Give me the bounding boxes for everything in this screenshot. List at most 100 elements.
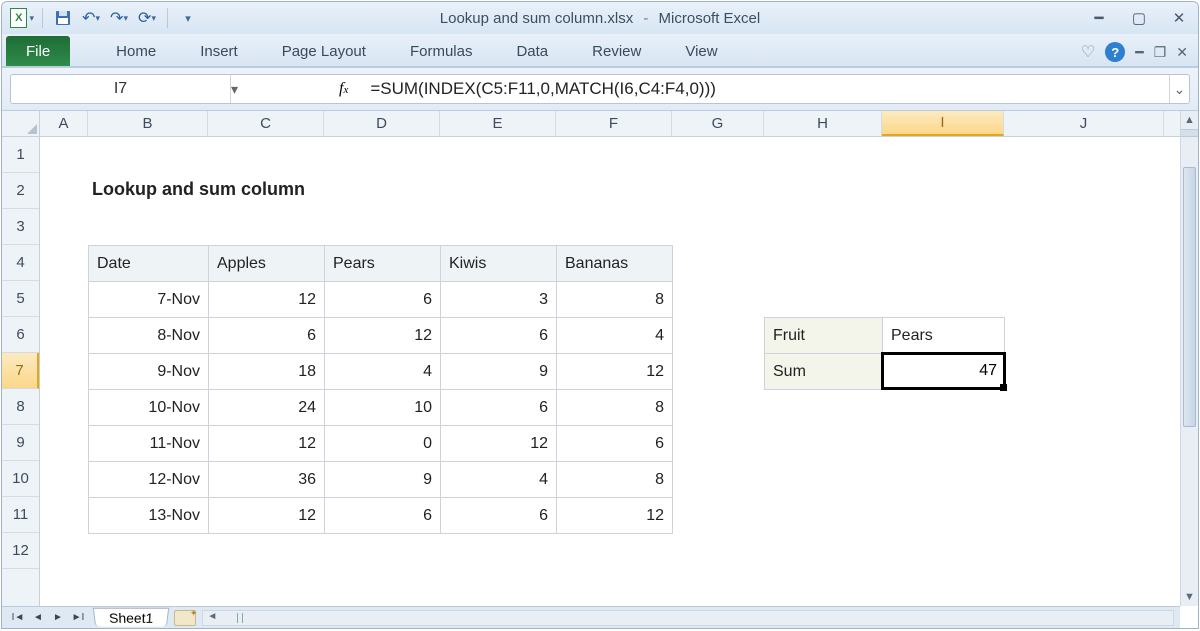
table-row[interactable]: 9-Nov bbox=[89, 354, 209, 390]
scroll-down-button[interactable]: ▼ bbox=[1181, 588, 1198, 606]
scroll-up-button[interactable]: ▲ bbox=[1181, 111, 1198, 129]
sheet-next-button[interactable]: ► bbox=[48, 609, 68, 627]
table-row[interactable]: 4 bbox=[441, 462, 557, 498]
table-row[interactable]: 9 bbox=[441, 354, 557, 390]
tab-home[interactable]: Home bbox=[94, 36, 178, 66]
row-header-3[interactable]: 3 bbox=[2, 209, 39, 245]
cells-grid[interactable]: Lookup and sum column Date Apples Pears … bbox=[40, 137, 1180, 606]
table-row[interactable]: 0 bbox=[325, 426, 441, 462]
select-all-corner[interactable] bbox=[2, 111, 40, 137]
fruit-value[interactable]: Pears bbox=[883, 318, 1005, 354]
col-header-D[interactable]: D bbox=[324, 111, 440, 136]
row-header-7[interactable]: 7 bbox=[2, 353, 39, 389]
table-row[interactable]: 4 bbox=[325, 354, 441, 390]
vertical-scrollbar[interactable]: ▲ ▼ bbox=[1180, 111, 1198, 606]
heart-icon[interactable]: ♡ bbox=[1081, 42, 1095, 62]
col-header-I[interactable]: I bbox=[882, 111, 1004, 136]
new-sheet-button[interactable] bbox=[174, 610, 196, 626]
tab-formulas[interactable]: Formulas bbox=[388, 36, 495, 66]
col-header-E[interactable]: E bbox=[440, 111, 556, 136]
data-table[interactable]: Date Apples Pears Kiwis Bananas 7-Nov126… bbox=[88, 245, 673, 534]
sheet-tab[interactable]: Sheet1 bbox=[93, 608, 170, 627]
table-row[interactable]: 13-Nov bbox=[89, 498, 209, 534]
col-header-J[interactable]: J bbox=[1004, 111, 1164, 136]
workbook-restore-button[interactable]: ❐ bbox=[1154, 44, 1167, 61]
scroll-thumb[interactable] bbox=[1183, 167, 1196, 427]
tab-view[interactable]: View bbox=[663, 36, 739, 66]
table-row[interactable]: 12 bbox=[325, 318, 441, 354]
workbook-minimize-button[interactable]: ━ bbox=[1135, 44, 1143, 61]
table-row[interactable]: 8-Nov bbox=[89, 318, 209, 354]
row-header-8[interactable]: 8 bbox=[2, 389, 39, 425]
row-header-2[interactable]: 2 bbox=[2, 173, 39, 209]
horizontal-scrollbar[interactable]: ◄ bbox=[202, 610, 1174, 626]
tab-insert[interactable]: Insert bbox=[178, 36, 260, 66]
row-header-1[interactable]: 1 bbox=[2, 137, 39, 173]
maximize-button[interactable]: ▢ bbox=[1128, 10, 1150, 26]
table-row[interactable]: 10 bbox=[325, 390, 441, 426]
tab-data[interactable]: Data bbox=[494, 36, 570, 66]
col-header-C[interactable]: C bbox=[208, 111, 324, 136]
sheet-prev-button[interactable]: ◄ bbox=[28, 609, 48, 627]
table-row[interactable]: 12 bbox=[441, 426, 557, 462]
table-row[interactable]: 6 bbox=[325, 282, 441, 318]
table-row[interactable]: 4 bbox=[557, 318, 673, 354]
table-row[interactable]: 36 bbox=[209, 462, 325, 498]
table-row[interactable]: 3 bbox=[441, 282, 557, 318]
table-row[interactable]: 10-Nov bbox=[89, 390, 209, 426]
table-row[interactable]: 9 bbox=[325, 462, 441, 498]
help-button[interactable]: ? bbox=[1105, 42, 1125, 62]
tab-review[interactable]: Review bbox=[570, 36, 663, 66]
table-row[interactable]: 18 bbox=[209, 354, 325, 390]
row-header-9[interactable]: 9 bbox=[2, 425, 39, 461]
table-row[interactable]: 12 bbox=[209, 498, 325, 534]
table-row[interactable]: 12 bbox=[209, 426, 325, 462]
qat-menu-button[interactable]: ⟳▾ bbox=[135, 6, 159, 30]
table-row[interactable]: 12 bbox=[557, 354, 673, 390]
row-header-11[interactable]: 11 bbox=[2, 497, 39, 533]
row-header-5[interactable]: 5 bbox=[2, 281, 39, 317]
split-handle[interactable] bbox=[1181, 129, 1198, 137]
minimize-button[interactable]: ━ bbox=[1088, 10, 1110, 26]
table-row[interactable]: 8 bbox=[557, 462, 673, 498]
table-row[interactable]: 7-Nov bbox=[89, 282, 209, 318]
redo-button[interactable]: ↷▾ bbox=[107, 6, 131, 30]
row-header-10[interactable]: 10 bbox=[2, 461, 39, 497]
col-header-A[interactable]: A bbox=[40, 111, 88, 136]
table-row[interactable]: 6 bbox=[325, 498, 441, 534]
table-row[interactable]: 8 bbox=[557, 282, 673, 318]
active-cell[interactable]: 47 bbox=[881, 352, 1006, 390]
table-row[interactable]: 6 bbox=[209, 318, 325, 354]
col-header-H[interactable]: H bbox=[764, 111, 882, 136]
excel-menu-button[interactable]: X▾ bbox=[10, 6, 34, 30]
name-box[interactable]: I7 bbox=[11, 75, 231, 103]
row-header-4[interactable]: 4 bbox=[2, 245, 39, 281]
row-header-6[interactable]: 6 bbox=[2, 317, 39, 353]
table-row[interactable]: 8 bbox=[557, 390, 673, 426]
namebox-dropdown-icon[interactable]: ▾ bbox=[231, 81, 247, 98]
save-button[interactable] bbox=[51, 6, 75, 30]
undo-button[interactable]: ↶▾ bbox=[79, 6, 103, 30]
formula-expand-button[interactable]: ⌄ bbox=[1169, 75, 1189, 103]
table-row[interactable]: 24 bbox=[209, 390, 325, 426]
col-header-B[interactable]: B bbox=[88, 111, 208, 136]
table-row[interactable]: 6 bbox=[441, 498, 557, 534]
qat-customize-button[interactable]: ▾ bbox=[176, 6, 200, 30]
formula-input[interactable]: =SUM(INDEX(C5:F11,0,MATCH(I6,C4:F4,0))) bbox=[364, 79, 1169, 99]
table-row[interactable]: 6 bbox=[441, 318, 557, 354]
fx-icon[interactable]: fx bbox=[339, 80, 348, 98]
table-row[interactable]: 11-Nov bbox=[89, 426, 209, 462]
table-row[interactable]: 6 bbox=[557, 426, 673, 462]
table-row[interactable]: 12 bbox=[209, 282, 325, 318]
sheet-first-button[interactable]: I◄ bbox=[8, 609, 28, 627]
col-header-F[interactable]: F bbox=[556, 111, 672, 136]
table-row[interactable]: 6 bbox=[441, 390, 557, 426]
fill-handle[interactable] bbox=[1000, 384, 1007, 391]
workbook-close-button[interactable]: ✕ bbox=[1176, 44, 1188, 61]
table-row[interactable]: 12-Nov bbox=[89, 462, 209, 498]
close-button[interactable]: ✕ bbox=[1168, 10, 1190, 26]
table-row[interactable]: 12 bbox=[557, 498, 673, 534]
sheet-last-button[interactable]: ►I bbox=[68, 609, 88, 627]
tab-page-layout[interactable]: Page Layout bbox=[260, 36, 388, 66]
row-header-12[interactable]: 12 bbox=[2, 533, 39, 569]
